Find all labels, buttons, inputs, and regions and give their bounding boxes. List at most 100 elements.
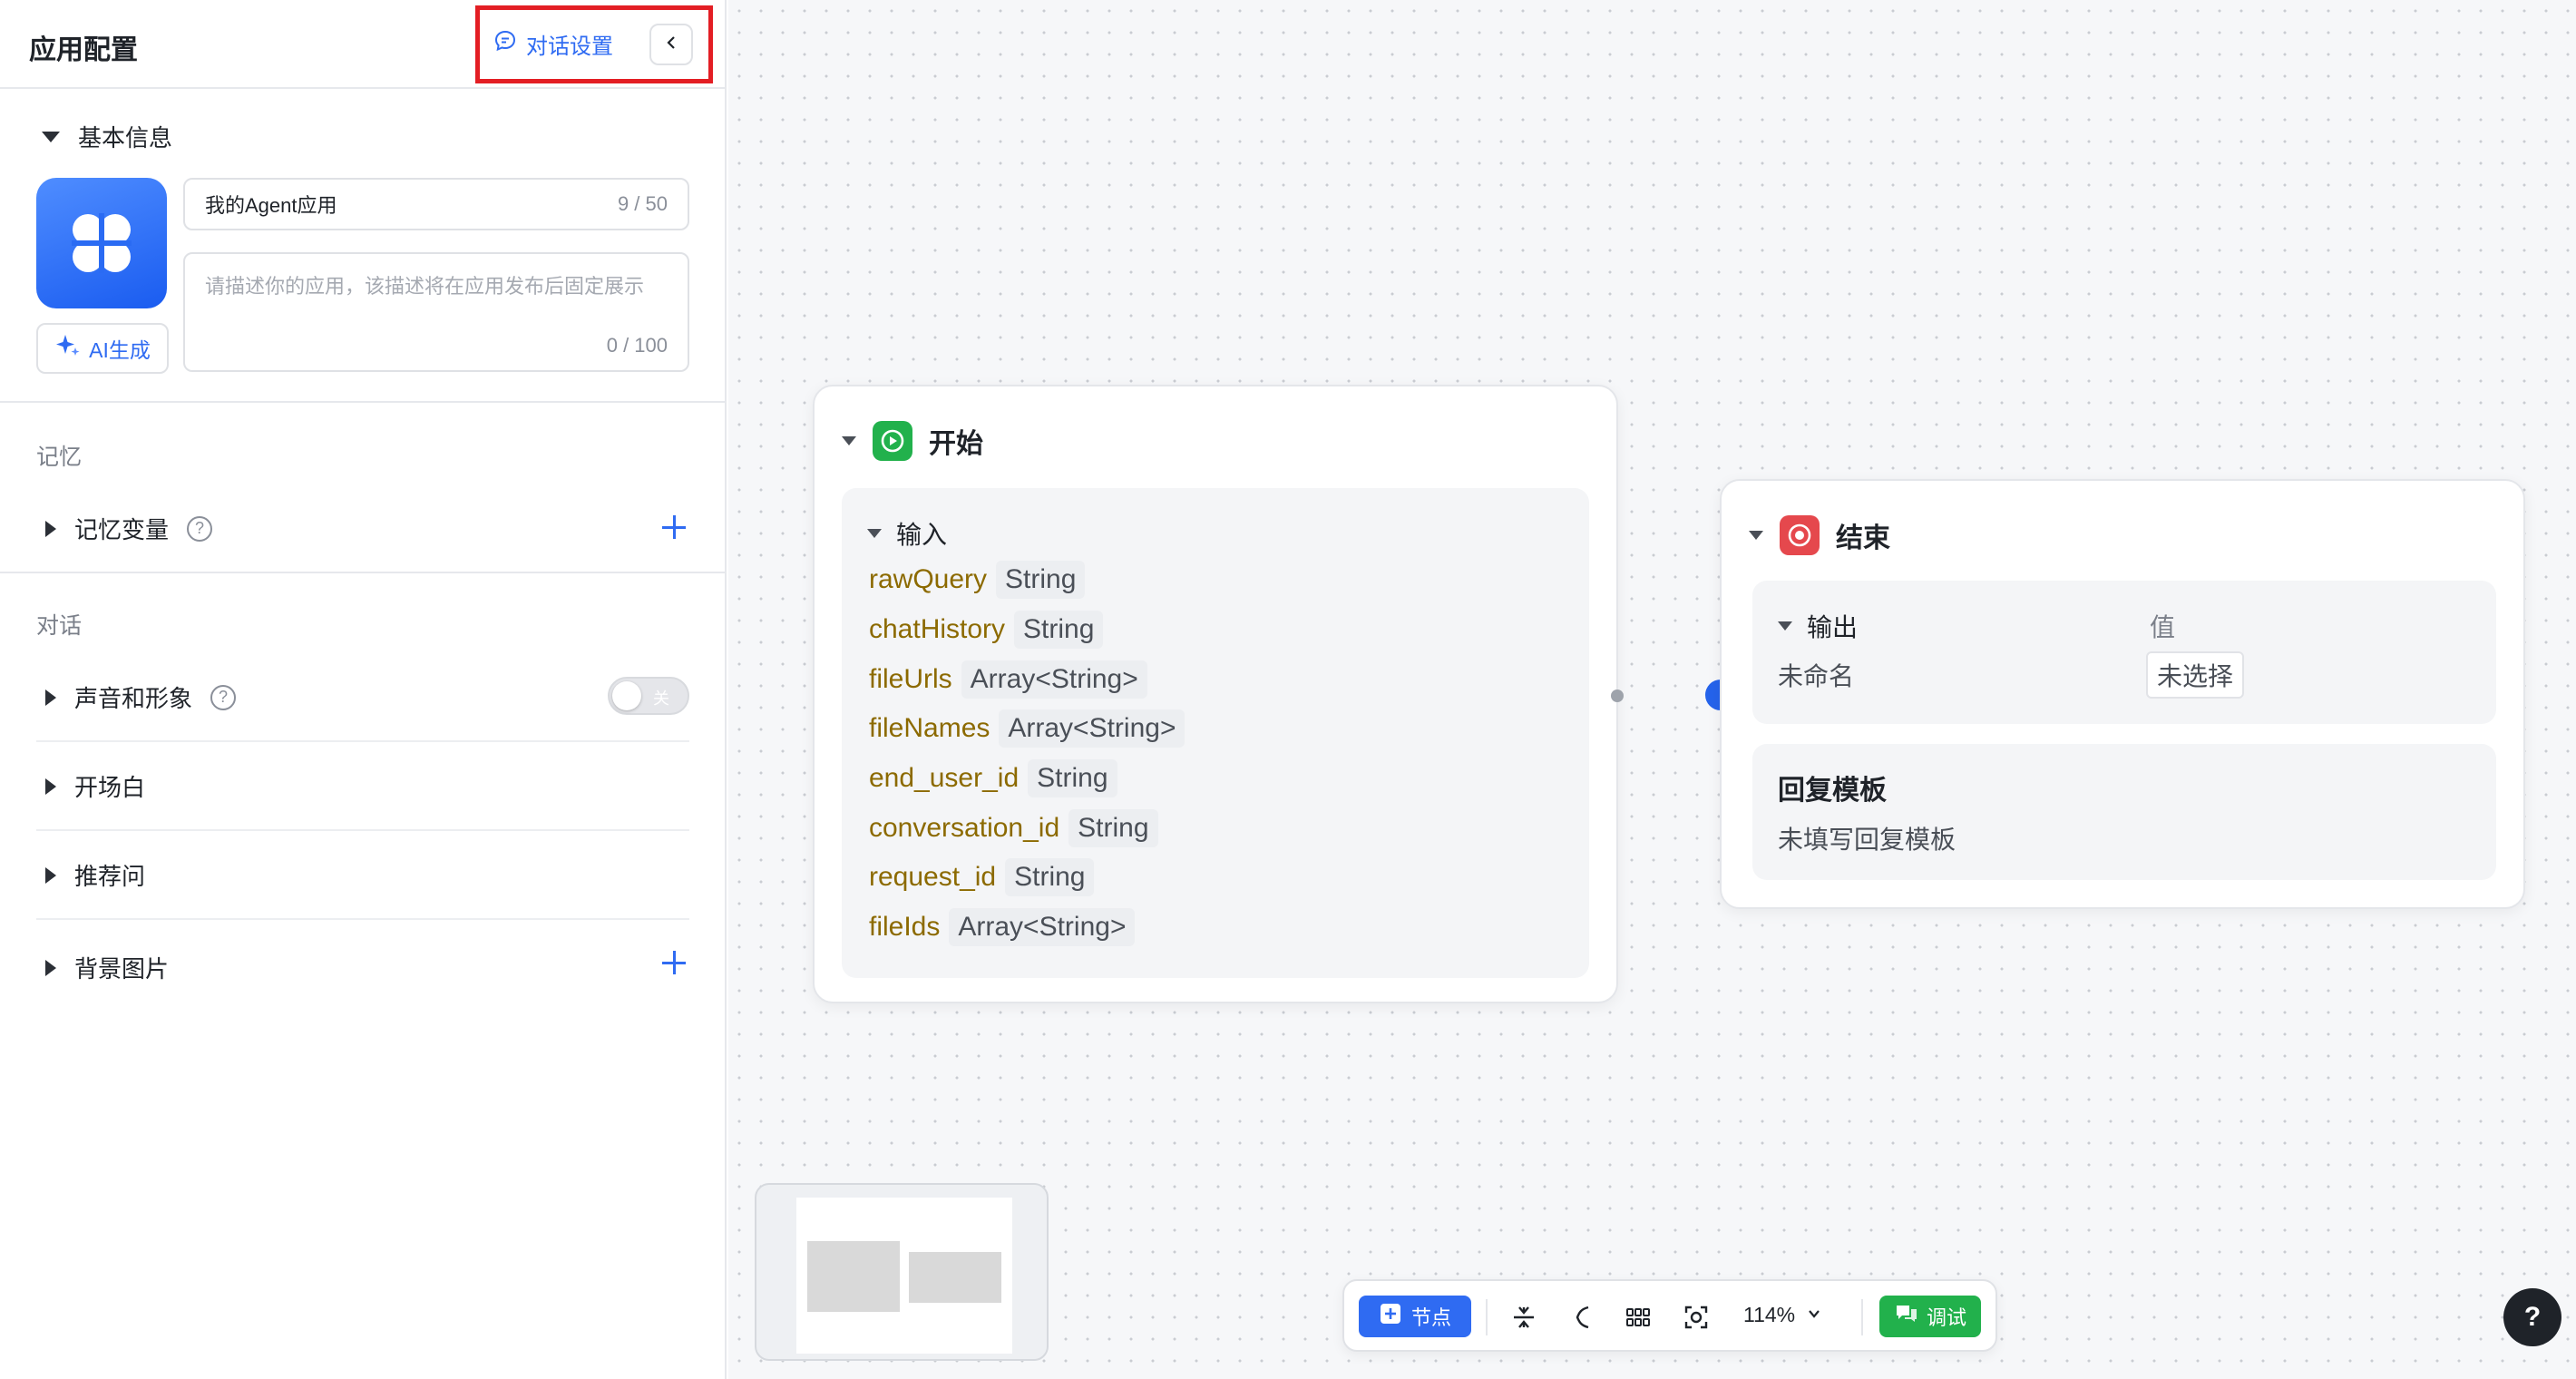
play-icon	[873, 421, 912, 461]
zoom-level: 114%	[1743, 1303, 1796, 1326]
value-column-header: 值	[2150, 613, 2176, 641]
add-node-label: 节点	[1410, 1306, 1451, 1329]
reply-template-title: 回复模板	[1778, 776, 1887, 806]
description-placeholder: 请描述你的应用，该描述将在应用发布后固定展示	[205, 275, 645, 298]
variable-row: chatHistory String	[869, 611, 1104, 649]
memory-variables-label: 记忆变量	[74, 516, 170, 543]
end-node-title: 结束	[1836, 523, 1890, 553]
variable-name: request_id	[869, 862, 997, 892]
voice-switch[interactable]: 关	[608, 677, 689, 715]
opening-remarks-toggle[interactable]: 开场白	[45, 769, 145, 803]
variable-name: rawQuery	[869, 564, 988, 594]
variable-type-badge: String	[1014, 611, 1104, 649]
start-output-handle[interactable]	[1611, 690, 1624, 702]
start-node-header: 开始	[842, 421, 983, 461]
voice-avatar-toggle[interactable]: 声音和形象 ?	[45, 680, 237, 714]
triangle-right-icon	[45, 959, 56, 976]
triangle-right-icon	[45, 689, 56, 706]
minimap-start-node	[807, 1241, 900, 1312]
debug-button[interactable]: 调试	[1879, 1296, 1981, 1337]
add-memory-variable-icon[interactable]	[662, 515, 686, 539]
app-name-value: 我的Agent应用	[205, 194, 337, 217]
variable-type-badge: Array<String>	[949, 908, 1136, 946]
variable-type-badge: String	[1028, 759, 1117, 797]
variable-name: fileNames	[869, 713, 990, 743]
ai-generate-button[interactable]: AI生成	[36, 323, 169, 374]
fit-view-icon[interactable]	[1678, 1299, 1714, 1335]
app-name-input[interactable]: 我的Agent应用 9 / 50	[183, 178, 689, 230]
variable-type-badge: String	[1068, 809, 1158, 847]
auto-layout-icon[interactable]	[1506, 1299, 1542, 1335]
chat-settings-label: 对话设置	[526, 34, 613, 59]
app-avatar[interactable]	[36, 178, 167, 308]
input-label: 输入	[896, 521, 948, 549]
output-toggle[interactable]: 输出	[1778, 608, 1858, 644]
variable-name: chatHistory	[869, 614, 1006, 644]
grid-icon[interactable]	[1620, 1299, 1656, 1335]
divider	[0, 401, 725, 403]
add-background-image-icon[interactable]	[662, 951, 686, 974]
output-label: 输出	[1807, 613, 1859, 641]
background-image-label: 背景图片	[74, 955, 170, 983]
add-node-button[interactable]: 节点	[1359, 1296, 1471, 1337]
variable-row: fileUrls Array<String>	[869, 660, 1147, 699]
background-image-toggle[interactable]: 背景图片	[45, 951, 169, 984]
end-output-section: 输出 值 未命名 未选择	[1752, 581, 2496, 724]
panel-header: 应用配置 对话设置	[0, 0, 725, 89]
collapse-panel-button[interactable]	[649, 24, 693, 65]
divider	[0, 572, 725, 573]
app-name-counter: 9 / 50	[617, 192, 668, 215]
triangle-right-icon	[45, 866, 56, 884]
switch-knob	[612, 681, 641, 710]
switch-off-text: 关	[653, 690, 669, 708]
toolbar-separator	[1861, 1299, 1863, 1335]
panel-title: 应用配置	[29, 35, 138, 65]
zoom-dropdown[interactable]: 114%	[1743, 1303, 1822, 1327]
connector-style-icon[interactable]	[1564, 1299, 1600, 1335]
variable-type-badge: Array<String>	[999, 709, 1186, 748]
triangle-down-icon[interactable]	[1749, 531, 1763, 540]
start-node-title: 开始	[929, 429, 983, 459]
app-config-panel: 应用配置 对话设置 基本信息 AI生成 我的Agent应用 9 / 50 请描述…	[0, 0, 727, 1379]
help-circle-icon[interactable]: ?	[210, 684, 237, 710]
chat-debug-icon	[1894, 1302, 1919, 1331]
description-counter: 0 / 100	[606, 334, 668, 357]
chevron-left-icon	[663, 34, 679, 55]
clover-logo-icon	[72, 213, 132, 273]
divider	[36, 829, 689, 831]
help-circle-icon[interactable]: ?	[187, 515, 213, 542]
memory-group-label: 记忆	[36, 445, 83, 470]
basic-info-toggle[interactable]: 基本信息	[42, 120, 172, 153]
reply-template-section[interactable]: 回复模板 未填写回复模板	[1752, 744, 2496, 880]
start-node[interactable]: 开始 输入 rawQuery String chatHistory String…	[813, 385, 1618, 1003]
stop-target-icon	[1780, 515, 1820, 555]
opening-remarks-label: 开场白	[74, 774, 146, 801]
minimap[interactable]	[755, 1183, 1049, 1361]
chat-settings-button[interactable]: 对话设置	[493, 25, 613, 62]
variable-row: fileNames Array<String>	[869, 709, 1186, 748]
toolbar-separator	[1486, 1299, 1488, 1335]
divider	[36, 918, 689, 920]
help-button[interactable]: ?	[2503, 1288, 2561, 1346]
triangle-right-icon	[45, 778, 56, 795]
suggested-questions-toggle[interactable]: 推荐问	[45, 858, 145, 892]
triangle-down-icon	[42, 131, 60, 142]
ai-generate-label: AI生成	[89, 338, 151, 362]
memory-variables-toggle[interactable]: 记忆变量 ?	[45, 512, 213, 545]
end-node-header: 结束	[1749, 515, 1890, 555]
end-node[interactable]: 结束 输出 值 未命名 未选择 回复模板 未填写回复模板	[1720, 479, 2525, 909]
input-toggle[interactable]: 输入	[867, 515, 947, 552]
variable-row: fileIds Array<String>	[869, 908, 1136, 946]
divider	[36, 740, 689, 742]
basic-info-title: 基本信息	[78, 124, 173, 152]
variable-type-badge: Array<String>	[961, 660, 1147, 699]
sparkle-icon	[54, 332, 82, 365]
variable-row: end_user_id String	[869, 759, 1117, 797]
voice-avatar-label: 声音和形象	[74, 685, 193, 712]
chevron-down-icon	[1806, 1303, 1822, 1327]
reply-template-value: 未填写回复模板	[1778, 826, 1956, 854]
triangle-down-icon[interactable]	[842, 436, 856, 445]
suggested-questions-label: 推荐问	[74, 863, 146, 890]
app-description-input[interactable]: 请描述你的应用，该描述将在应用发布后固定展示 0 / 100	[183, 252, 689, 372]
output-value-select[interactable]: 未选择	[2146, 651, 2245, 699]
